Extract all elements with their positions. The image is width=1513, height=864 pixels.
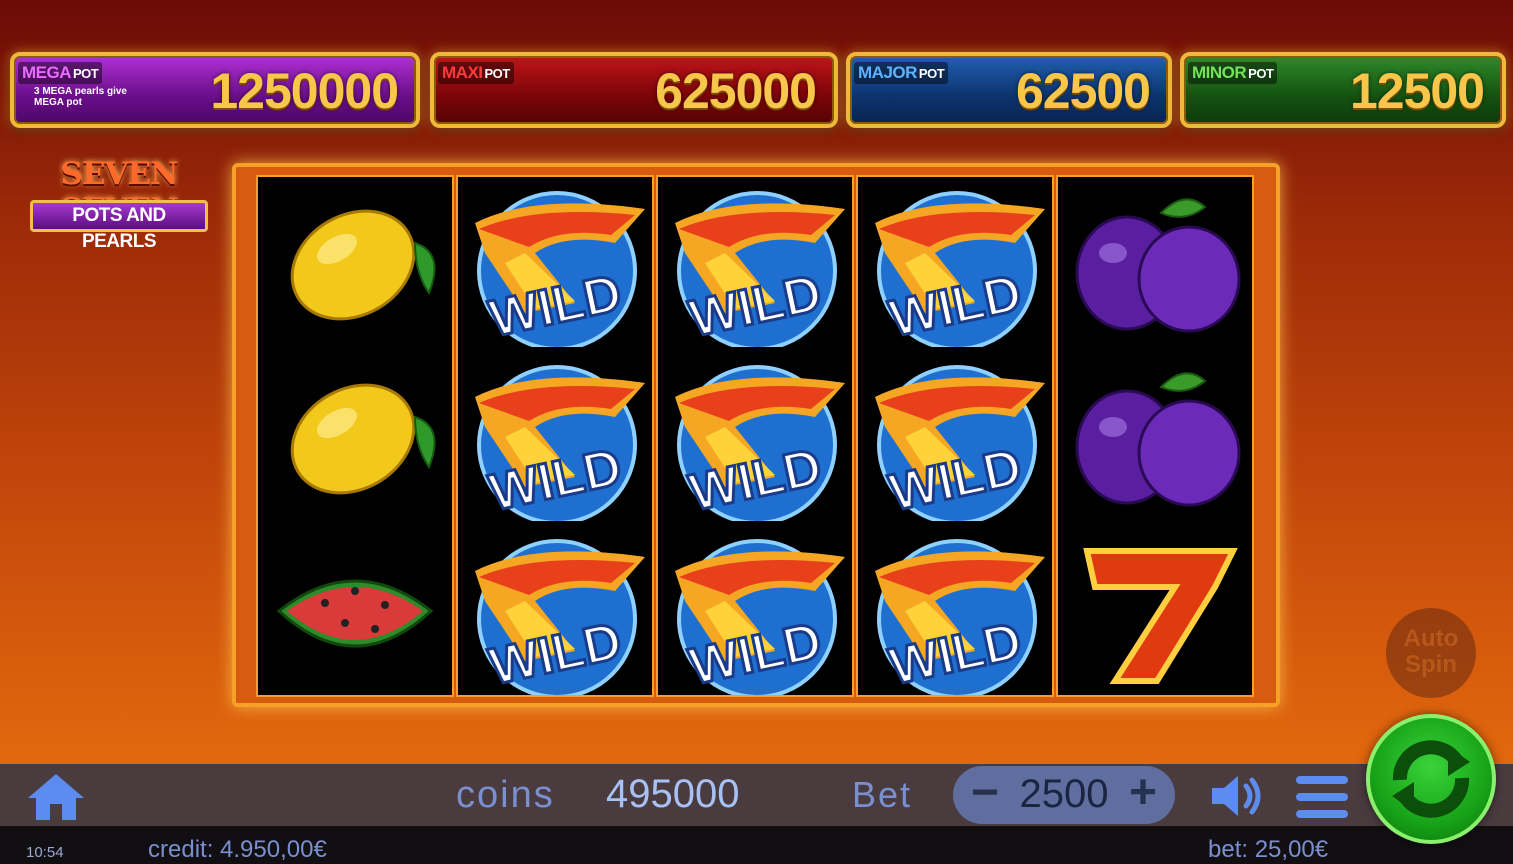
refresh-arrows-icon (1392, 740, 1470, 818)
coins-label: coins (456, 774, 555, 816)
wild-icon: WILD (675, 539, 845, 695)
coins-value: 495000 (606, 772, 740, 816)
jackpot-bar: MEGA POT 3 MEGA pearls give MEGA pot 1250… (10, 52, 1506, 130)
wild-icon: WILD (475, 539, 645, 695)
reel-symbol-wild: WILD (858, 525, 1052, 699)
bet-label: Bet (852, 774, 913, 815)
reel-1 (256, 175, 454, 697)
wild-icon: WILD (475, 191, 645, 347)
status-bar: 10:54 credit: 4.950,00€ bet: 25,00€ (0, 826, 1513, 864)
lemon-icon (290, 209, 436, 321)
reel-4: WILD WILD WILD (856, 175, 1054, 697)
speaker-icon (1212, 776, 1261, 816)
reel-symbol-plum (1058, 351, 1252, 525)
maxi-pot-label: MAXI POT (438, 62, 514, 84)
home-icon (28, 774, 84, 820)
reel-symbol-lemon (258, 351, 452, 525)
reel-symbol-plum (1058, 177, 1252, 351)
mega-pot-label: MEGA POT (18, 62, 103, 84)
plum-icon (1075, 198, 1241, 333)
plum-icon (1075, 372, 1241, 507)
autospin-label-line1: Auto (1403, 625, 1459, 652)
mega-pot-note: 3 MEGA pearls give MEGA pot (34, 86, 127, 108)
reel-3: WILD WILD WILD (656, 175, 854, 697)
minor-pot-label: MINOR POT (1188, 62, 1278, 84)
minor-pot: MINOR POT 12500 (1180, 52, 1506, 128)
reel-symbol-wild: WILD (458, 351, 652, 525)
autospin-label-line2: Spin (1405, 651, 1457, 678)
lemon-icon (290, 383, 436, 495)
spin-button[interactable] (1366, 714, 1496, 844)
maxi-pot-value: 625000 (655, 63, 817, 119)
mega-pot: MEGA POT 3 MEGA pearls give MEGA pot 1250… (10, 52, 420, 128)
credit-display: credit: 4.950,00€ (148, 836, 327, 863)
bet-stepper: − 2500 + (953, 766, 1175, 824)
reel-symbol-seven (1058, 525, 1252, 699)
bet-value: 2500 (1019, 772, 1109, 816)
reel-symbol-wild: WILD (858, 177, 1052, 351)
reel-symbol-watermelon (258, 525, 452, 699)
reel-symbol-lemon (258, 177, 452, 351)
wild-icon: WILD (475, 365, 645, 521)
wild-icon: WILD (875, 191, 1045, 347)
sound-button[interactable] (1208, 772, 1268, 820)
autospin-button[interactable]: Auto Spin (1386, 608, 1476, 698)
bet-amount-display: bet: 25,00€ (1208, 836, 1329, 863)
logo-subtitle: POTS AND PEARLS (30, 200, 208, 252)
clock: 10:54 (26, 844, 64, 861)
major-pot: MAJOR POT 62500 (846, 52, 1172, 128)
seven-icon (1083, 548, 1238, 684)
menu-button[interactable] (1294, 772, 1350, 822)
watermelon-icon (276, 579, 434, 648)
reel-5 (1056, 175, 1254, 697)
mega-pot-value: 1250000 (210, 63, 399, 119)
reel-symbol-wild: WILD (858, 351, 1052, 525)
wild-icon: WILD (875, 539, 1045, 695)
control-bar: coins 495000 Bet − 2500 + (0, 764, 1513, 826)
wild-icon: WILD (675, 191, 845, 347)
game-logo: SEVEN SEVEN POTS AND PEARLS (14, 156, 224, 252)
major-pot-label: MAJOR POT (854, 62, 949, 84)
home-button[interactable] (24, 770, 88, 824)
minor-pot-value: 12500 (1349, 63, 1485, 119)
maxi-pot: MAXI POT 625000 (430, 52, 838, 128)
reel-symbol-wild: WILD (658, 351, 852, 525)
major-pot-value: 62500 (1015, 63, 1151, 119)
reel-symbol-wild: WILD (658, 177, 852, 351)
wild-icon: WILD (675, 365, 845, 521)
hamburger-menu-icon (1296, 776, 1348, 818)
wild-icon: WILD (875, 365, 1045, 521)
reel-2: WILD WILD WILD (456, 175, 654, 697)
reel-symbol-wild: WILD (458, 177, 652, 351)
bet-increase-button[interactable]: + (1115, 766, 1171, 824)
reel-symbol-wild: WILD (458, 525, 652, 699)
reels-area: WILD WILD WILD WILD WILD WILD WILD WILD … (232, 163, 1280, 707)
bet-decrease-button[interactable]: − (957, 766, 1013, 824)
reel-symbol-wild: WILD (658, 525, 852, 699)
